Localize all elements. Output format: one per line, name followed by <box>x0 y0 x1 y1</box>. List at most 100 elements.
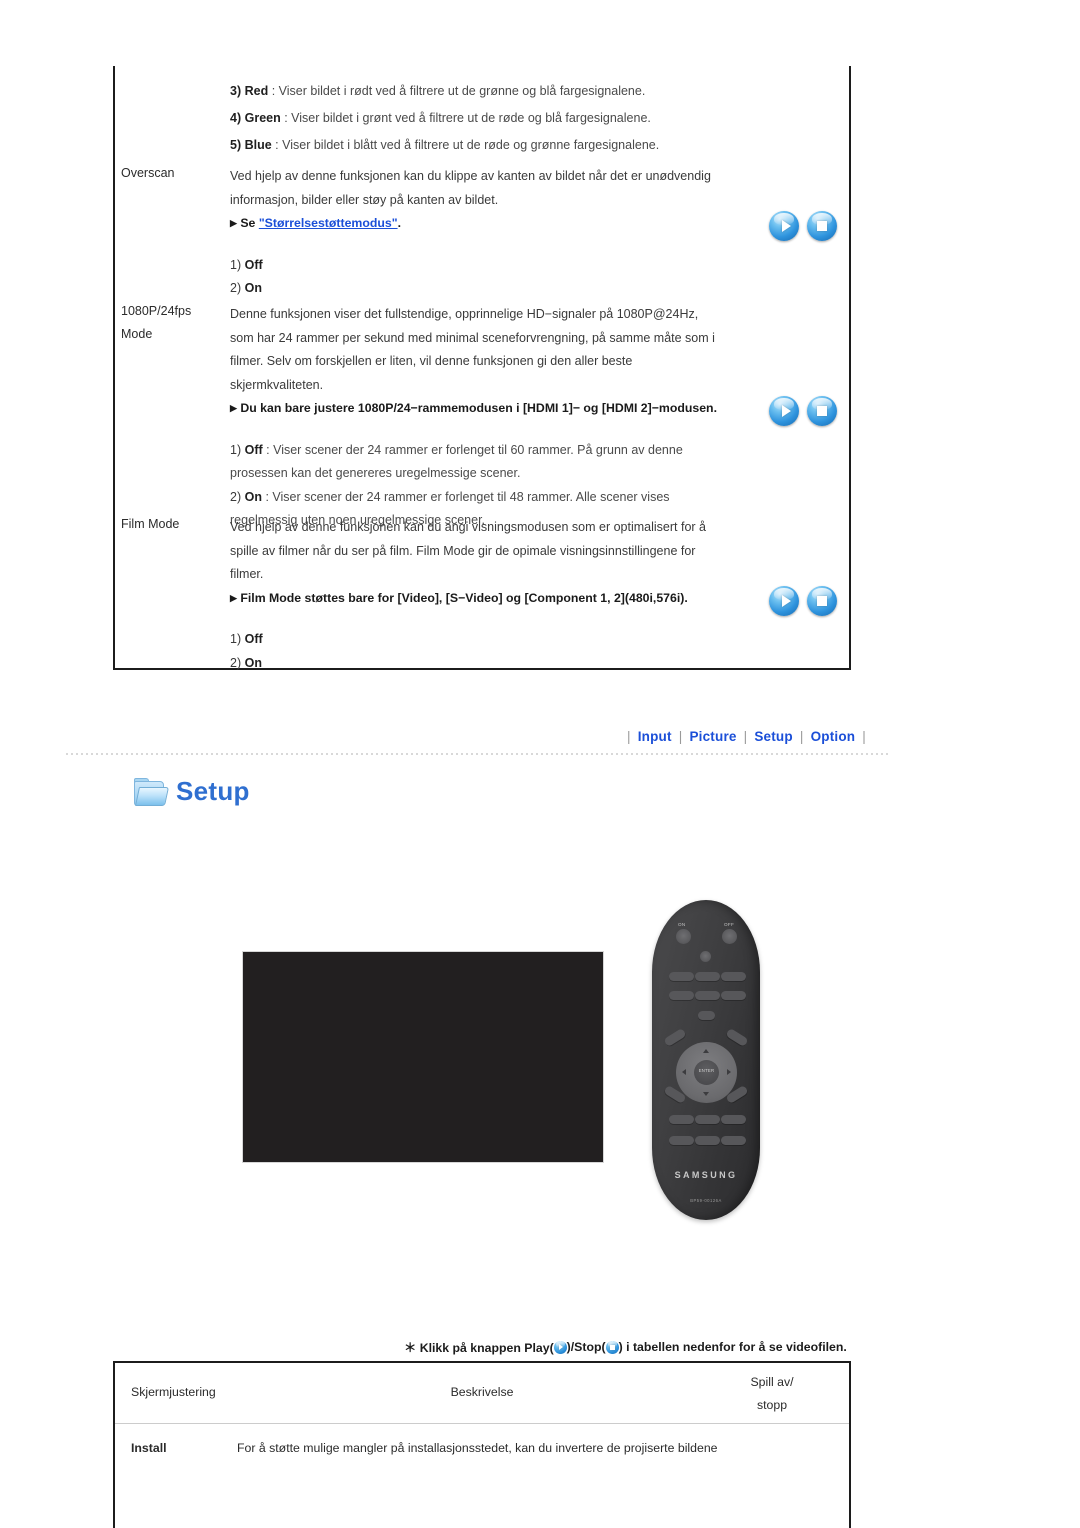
remote-key-p-mode <box>669 1115 694 1124</box>
spec-paragraph: skjermkvaliteten. <box>230 377 324 392</box>
spec-note-prefix: Se <box>240 216 259 230</box>
stop-icon <box>807 396 837 426</box>
color-mode-item: 3) Red : Viser bildet i rødt ved å filtr… <box>230 78 750 105</box>
spec-note-suffix: . <box>397 216 401 230</box>
link-size-support-mode[interactable]: "Størrelsestøttemodus" <box>259 216 398 230</box>
color-mode-num: 5) <box>230 138 242 152</box>
page-title: Setup <box>176 776 250 806</box>
color-mode-name: Green <box>244 111 281 125</box>
specification-table: 3) Red : Viser bildet i rødt ved å filtr… <box>113 66 851 670</box>
spec-paragraph: Ved hjelp av denne funksjonen kan du kli… <box>230 169 711 183</box>
remote-key-install <box>695 1136 720 1145</box>
triangle-bullet-icon: ▶ <box>230 218 237 228</box>
play-icon <box>769 211 799 241</box>
play-icon <box>769 396 799 426</box>
stop-icon <box>807 586 837 616</box>
nav-item-option[interactable]: Option <box>811 729 856 744</box>
remote-power-off-button <box>722 929 737 944</box>
video-player-placeholder[interactable] <box>242 951 604 1163</box>
spec-row-label-line1: 1080P/24fps <box>121 304 192 318</box>
play-button[interactable] <box>769 211 799 241</box>
option-num: 1) <box>230 442 242 457</box>
option-num: 1) <box>230 257 242 272</box>
spec-row-body: Ved hjelp av denne funksjonen kan du ang… <box>230 516 750 675</box>
remote-key-sw <box>721 1115 746 1124</box>
remote-key-still <box>669 1136 694 1145</box>
spec-paragraph: filmer. Selv om forskjellen er liten, vi… <box>230 354 633 368</box>
spec-row-label: Overscan <box>121 166 175 180</box>
color-mode-sep: : <box>268 84 279 98</box>
remote-enter-label: ENTER <box>698 1068 715 1073</box>
stop-button[interactable] <box>807 396 837 426</box>
color-mode-text: Viser bildet i blått ved å filtrere ut d… <box>282 138 660 152</box>
remote-key-p-size <box>695 1115 720 1124</box>
remote-control-image: ON OFF ENTER SAMSUNG BP59-00126A <box>652 900 760 1220</box>
nav-separator: | <box>799 729 804 744</box>
option-name: Off <box>244 632 263 646</box>
spec-option: 2) On : Viser scener der 24 rammer er fo… <box>230 486 750 510</box>
spec-option: 2) On <box>230 277 750 301</box>
spec-row-label: Film Mode <box>121 517 180 531</box>
nav-separator: | <box>743 729 748 744</box>
remote-dpad-up-icon <box>703 1049 709 1053</box>
option-desc-line1: Viser scener der 24 rammer er forlenget … <box>273 442 683 457</box>
remote-key-comp2 <box>695 991 720 1000</box>
option-sep: : <box>261 489 273 504</box>
nav-separator: | <box>862 729 866 744</box>
spec-option: 2) On <box>230 652 750 676</box>
play-stop-button-group-film-mode[interactable] <box>769 586 837 616</box>
nav-item-setup[interactable]: Setup <box>754 729 793 744</box>
spec-row-body: Denne funksjonen viser det fullstendige,… <box>230 303 750 533</box>
remote-dpad-right-icon <box>727 1069 731 1075</box>
remote-dpad-down-icon <box>703 1092 709 1096</box>
option-name: Off <box>244 257 263 272</box>
remote-model-label: BP59-00126A <box>690 1198 722 1203</box>
remote-brand-label: SAMSUNG <box>674 1170 738 1180</box>
table-header-play-stop-line1: Spill av/ <box>750 1375 794 1389</box>
nav-item-input[interactable]: Input <box>638 729 672 744</box>
section-nav[interactable]: | Input | Picture | Setup | Option | <box>620 729 873 744</box>
triangle-bullet-icon: ▶ <box>230 403 237 413</box>
option-name: On <box>244 281 262 295</box>
option-name: On <box>244 489 262 504</box>
remote-label-off: OFF <box>724 922 735 927</box>
color-mode-name: Red <box>244 84 269 98</box>
screen-adjustment-table: Skjermjustering Beskrivelse Spill av/ st… <box>113 1361 851 1528</box>
option-desc-line2: prosessen kan det genereres uregelmessig… <box>230 466 521 480</box>
remote-key-comp1 <box>695 972 720 981</box>
color-mode-sep: : <box>280 111 292 125</box>
nav-item-picture[interactable]: Picture <box>689 729 736 744</box>
spec-note: ▶ Du kan bare justere 1080P/24−rammemodu… <box>230 397 750 421</box>
color-mode-name: Blue <box>244 138 272 152</box>
caption-prefix: ＊ Klikk på knappen Play( <box>404 1341 554 1355</box>
color-mode-item: 5) Blue : Viser bildet i blått ved å fil… <box>230 132 750 159</box>
remote-led-button <box>700 951 711 962</box>
remote-power-on-button <box>676 929 691 944</box>
option-num: 2) <box>230 281 242 295</box>
spec-row-label-line2: Mode <box>121 327 153 341</box>
play-stop-button-group-1080p[interactable] <box>769 396 837 426</box>
option-desc-line1: Viser scener der 24 rammer er forlenget … <box>272 489 670 504</box>
remote-key-comp-dvi <box>669 972 694 981</box>
option-sep: : <box>262 442 274 457</box>
table-row-description: For å støtte mulige mangler på installas… <box>237 1441 718 1455</box>
stop-button[interactable] <box>807 586 837 616</box>
spec-note-text: Film Mode støttes bare for [Video], [S−V… <box>240 590 688 605</box>
stop-button[interactable] <box>807 211 837 241</box>
play-button[interactable] <box>769 396 799 426</box>
stop-icon-inline <box>605 1340 619 1354</box>
color-mode-text: Viser bildet i rødt ved å filtrere ut de… <box>278 84 646 98</box>
spec-note: ▶ Se "Størrelsestøttemodus". <box>230 212 750 236</box>
play-stop-button-group-overscan[interactable] <box>769 211 837 241</box>
play-button[interactable] <box>769 586 799 616</box>
nav-separator: | <box>678 729 683 744</box>
color-mode-sep: : <box>271 138 283 152</box>
spec-row-body: Ved hjelp av denne funksjonen kan du kli… <box>230 165 750 301</box>
play-icon <box>769 586 799 616</box>
table-header-play-stop-line2: stopp <box>756 1398 788 1412</box>
table-row-name: Install <box>131 1441 167 1455</box>
spec-paragraph: som har 24 rammer per sekund med minimal… <box>230 330 715 345</box>
table-header-play-stop: Spill av/ stopp <box>717 1371 827 1417</box>
